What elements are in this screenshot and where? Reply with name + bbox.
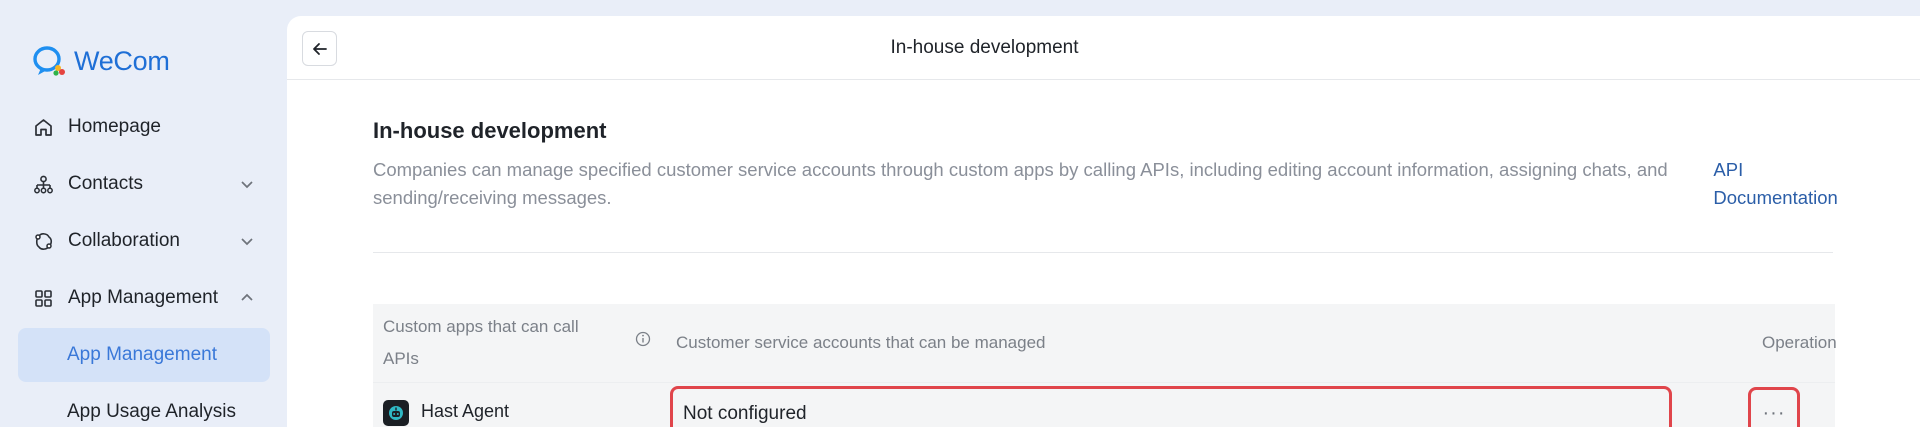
divider [373, 252, 1833, 253]
sidebar-subitem-label: App Usage Analysis [67, 401, 236, 422]
brand-name: WeCom [74, 45, 170, 76]
table-row: Hast Agent Not configured ··· [373, 382, 1835, 427]
chevron-up-icon[interactable] [238, 289, 256, 307]
column-header-apps: Custom apps that can call APIs [383, 317, 579, 368]
managed-accounts-cell[interactable]: Not configured [670, 386, 1672, 427]
apps-table: Custom apps that can call APIs Customer … [373, 304, 1837, 427]
more-options-button[interactable]: ··· [1748, 387, 1800, 427]
chevron-down-icon[interactable] [238, 175, 256, 193]
app-name: Hast Agent [421, 401, 510, 421]
sidebar-item-label: App Management [68, 287, 218, 308]
sidebar-subitem-label: App Management [67, 344, 217, 365]
sidebar-item-label: Homepage [68, 116, 161, 137]
sidebar-item-app-management[interactable]: App Management [18, 271, 270, 325]
info-icon[interactable] [634, 330, 652, 348]
sidebar-item-collaboration[interactable]: Collaboration [18, 214, 270, 268]
description-row: Companies can manage specified customer … [373, 156, 1853, 212]
main-panel: In-house development In-house developmen… [287, 16, 1920, 427]
home-icon [32, 116, 54, 138]
section-description: Companies can manage specified customer … [373, 159, 1668, 208]
column-header-operation: Operation [1762, 333, 1837, 352]
sidebar-item-label: Contacts [68, 173, 143, 194]
sidebar-subitem-app-usage-analysis[interactable]: App Usage Analysis [18, 385, 270, 427]
sidebar: WeCom Homepage Contacts Collaboration Ap… [0, 0, 286, 427]
sidebar-item-label: Collaboration [68, 230, 180, 251]
wecom-logo-icon [33, 46, 65, 76]
column-header-accounts: Customer service accounts that can be ma… [676, 333, 1046, 352]
page-header: In-house development [287, 16, 1920, 80]
sidebar-nav: Homepage Contacts Collaboration App Mana… [18, 100, 270, 427]
sidebar-item-homepage[interactable]: Homepage [18, 100, 270, 154]
sidebar-subitem-app-management[interactable]: App Management [18, 328, 270, 382]
sidebar-item-contacts[interactable]: Contacts [18, 157, 270, 211]
org-chart-icon [32, 173, 54, 195]
chevron-down-icon[interactable] [238, 232, 256, 250]
content-area: In-house development Companies can manag… [373, 80, 1853, 427]
api-documentation-link[interactable]: API Documentation [1713, 156, 1853, 212]
accounts-status: Not configured [683, 403, 807, 424]
robot-app-icon [383, 400, 409, 426]
wecom-logo[interactable]: WeCom [32, 44, 170, 78]
grid-icon [32, 287, 54, 309]
section-title: In-house development [373, 118, 607, 143]
page-title: In-house development [890, 37, 1079, 58]
collaboration-icon [32, 230, 54, 252]
table-header: Custom apps that can call APIs Customer … [373, 304, 1837, 382]
